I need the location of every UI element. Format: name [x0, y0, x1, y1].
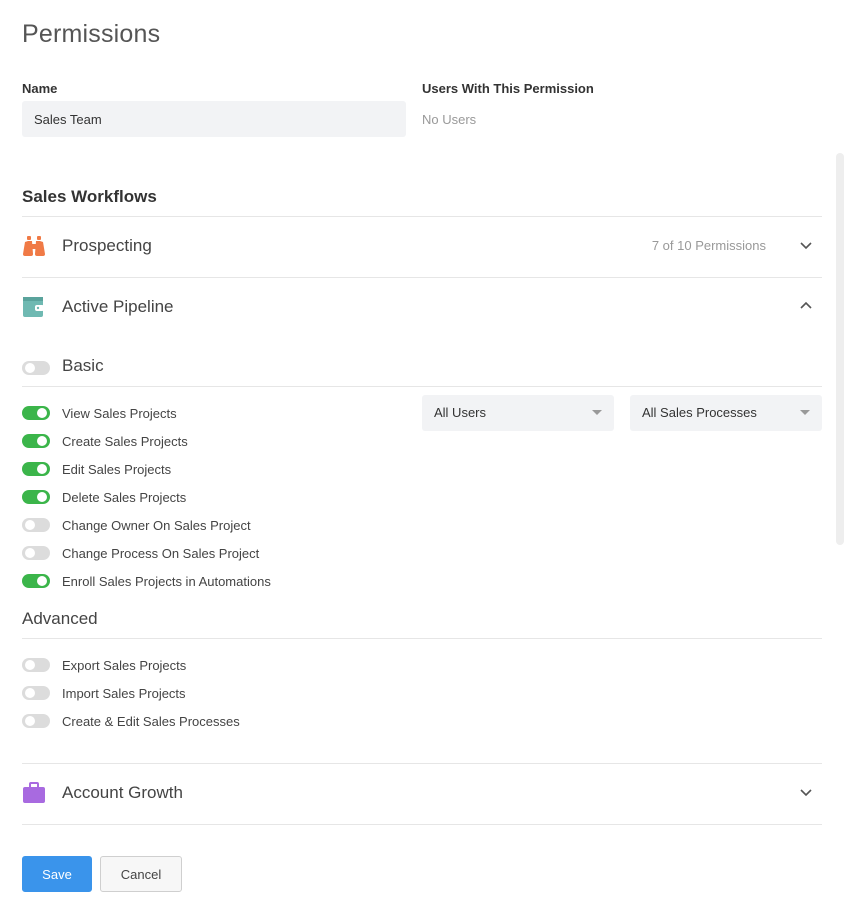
permission-label: Change Owner On Sales Project — [62, 518, 251, 533]
permission-label: Create Sales Projects — [62, 434, 188, 449]
scrollbar[interactable] — [836, 153, 844, 545]
chevron-up-icon[interactable] — [798, 298, 814, 314]
permission-label: Enroll Sales Projects in Automations — [62, 574, 271, 589]
permission-toggle[interactable] — [22, 518, 50, 532]
chevron-down-icon[interactable] — [798, 784, 814, 800]
process-scope-select[interactable]: All Sales Processes — [630, 395, 822, 431]
users-scope-select[interactable]: All Users — [422, 395, 614, 431]
permission-toggle[interactable] — [22, 462, 50, 476]
divider — [22, 386, 822, 387]
permission-label: View Sales Projects — [62, 406, 177, 421]
divider — [22, 638, 822, 639]
save-button[interactable]: Save — [22, 856, 92, 892]
cancel-button[interactable]: Cancel — [100, 856, 182, 892]
permission-toggle[interactable] — [22, 406, 50, 420]
users-label: Users With This Permission — [422, 81, 594, 96]
caret-down-icon — [592, 410, 602, 415]
permission-toggle[interactable] — [22, 574, 50, 588]
binoculars-icon — [22, 234, 46, 258]
basic-toggle[interactable] — [22, 361, 50, 375]
permission-toggle[interactable] — [22, 434, 50, 448]
permission-label: Edit Sales Projects — [62, 462, 172, 477]
section-title: Sales Workflows — [22, 187, 157, 206]
workflow-label: Active Pipeline — [62, 297, 174, 316]
workflow-label: Prospecting — [62, 236, 152, 255]
advanced-label: Advanced — [22, 609, 98, 628]
select-value: All Sales Processes — [642, 405, 757, 420]
divider — [22, 824, 822, 825]
workflow-account-growth[interactable]: Account Growth — [22, 764, 822, 824]
name-label: Name — [22, 81, 58, 96]
permission-label: Import Sales Projects — [62, 686, 186, 701]
users-value: No Users — [422, 112, 477, 127]
permission-label: Export Sales Projects — [62, 658, 187, 673]
caret-down-icon — [800, 410, 810, 415]
permission-toggle[interactable] — [22, 714, 50, 728]
permission-toggle[interactable] — [22, 686, 50, 700]
permission-toggle[interactable] — [22, 658, 50, 672]
wallet-icon — [22, 295, 46, 319]
permission-toggle[interactable] — [22, 490, 50, 504]
permission-count: 7 of 10 Permissions — [651, 238, 766, 253]
briefcase-icon — [22, 781, 46, 805]
permission-label: Change Process On Sales Project — [62, 546, 260, 561]
page-title: Permissions — [22, 20, 161, 48]
name-input[interactable] — [22, 101, 406, 137]
select-value: All Users — [434, 405, 487, 420]
permission-label: Delete Sales Projects — [62, 490, 187, 505]
permission-toggle[interactable] — [22, 546, 50, 560]
workflow-label: Account Growth — [62, 783, 183, 802]
workflow-active-pipeline[interactable]: Active Pipeline — [22, 278, 822, 338]
chevron-down-icon[interactable] — [798, 237, 814, 253]
permission-label: Create & Edit Sales Processes — [62, 714, 240, 729]
basic-label: Basic — [62, 356, 104, 375]
workflow-prospecting[interactable]: Prospecting 7 of 10 Permissions — [22, 217, 822, 277]
